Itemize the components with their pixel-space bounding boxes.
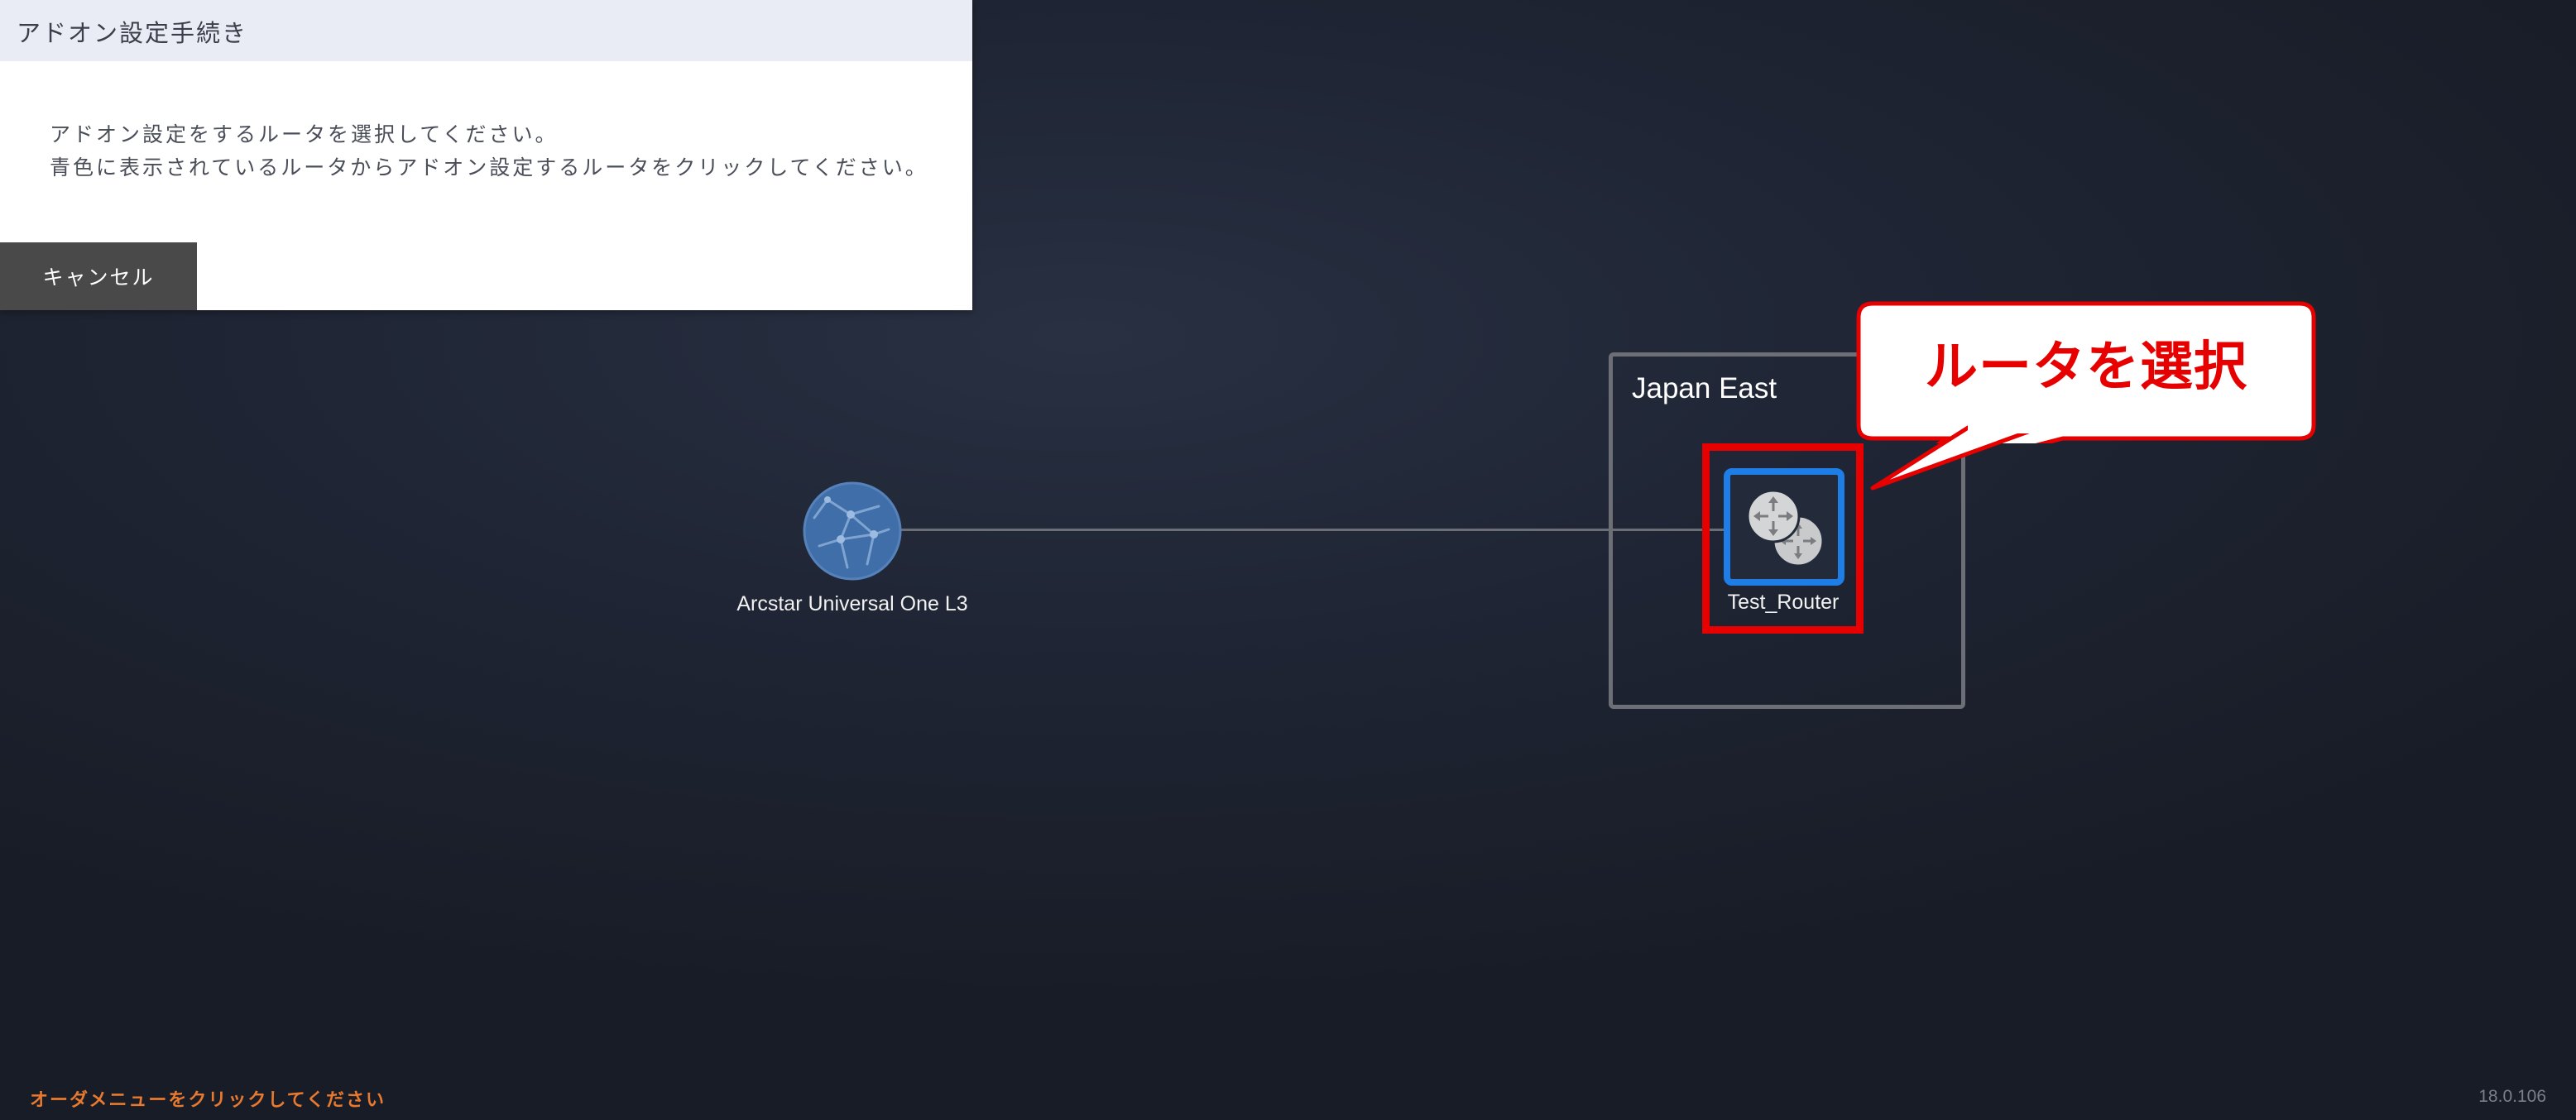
dialog-title: アドオン設定手続き: [17, 19, 248, 47]
dialog-message-line1: アドオン設定をするルータを選択してください。: [50, 122, 559, 146]
dialog-message-line2: 青色に表示されているルータからアドオン設定するルータをクリックしてください。: [50, 156, 928, 179]
cloud-node-label: Arcstar Universal One L3: [736, 592, 968, 615]
version-label: 18.0.106: [2478, 1087, 2546, 1106]
router-node-label: Test_Router: [1727, 591, 1840, 614]
router-node-test-router[interactable]: [1724, 468, 1844, 586]
order-menu-hint: オーダメニューをクリックしてください: [30, 1090, 386, 1111]
cancel-button[interactable]: キャンセル: [0, 242, 197, 310]
topology-canvas: アドオン設定手続き アドオン設定をするルータを選択してください。 青色に表示され…: [0, 0, 2576, 1120]
globe-network-icon[interactable]: [803, 481, 902, 581]
region-label: Japan East: [1632, 372, 1777, 404]
dialog-header: アドオン設定手続き: [0, 0, 972, 61]
callout-text: ルータを選択: [1925, 337, 2247, 398]
router-icon: [1746, 489, 1825, 567]
addon-settings-dialog: アドオン設定手続き アドオン設定をするルータを選択してください。 青色に表示され…: [0, 0, 972, 310]
